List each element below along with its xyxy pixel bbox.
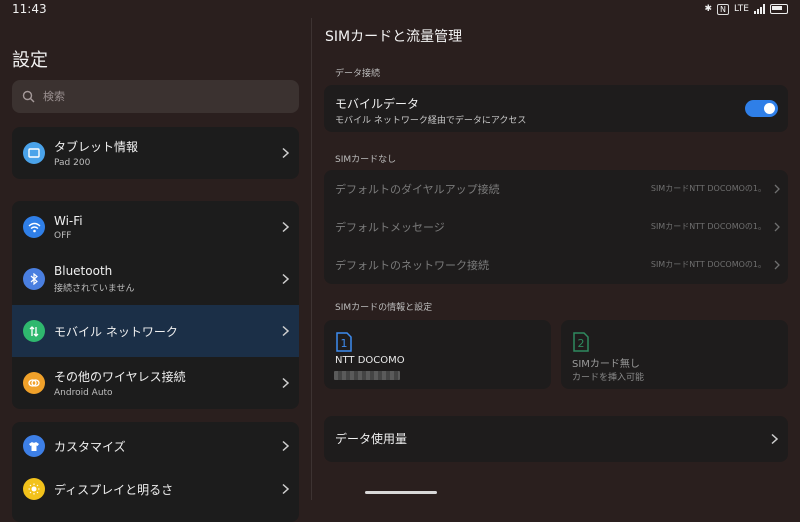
shirt-icon	[23, 435, 45, 457]
mobile-data-toggle[interactable]	[745, 100, 778, 117]
status-time: 11:43	[12, 2, 47, 16]
signal-icon	[754, 4, 765, 14]
search-input[interactable]	[41, 89, 285, 104]
settings-panel: 設定 タブレット情報 Pad 200 Wi-Fi OFF	[0, 18, 311, 522]
item-label: その他のワイヤレス接続	[54, 370, 186, 384]
sun-icon	[23, 478, 45, 500]
default-sim-settings: デフォルトのダイヤルアップ接続 SIMカードNTT DOCOMOの1。 デフォル…	[324, 170, 788, 284]
sim-management-panel: SIMカードと流量管理 データ接続 モバイルデータ モバイル ネットワーク経由で…	[312, 18, 800, 500]
section-sim-info: SIMカードの情報と設定	[335, 303, 433, 313]
item-label: カスタマイズ	[54, 439, 126, 454]
sidebar-item-other-wireless[interactable]: その他のワイヤレス接続 Android Auto	[12, 357, 299, 409]
sim-card-1[interactable]: 1 NTT DOCOMO	[324, 320, 551, 389]
chevron-right-icon	[282, 440, 289, 452]
network-type-label: LTE	[734, 4, 749, 14]
row-label: デフォルトメッセージ	[335, 221, 445, 234]
default-dialup-row[interactable]: デフォルトのダイヤルアップ接続 SIMカードNTT DOCOMOの1。	[324, 170, 788, 208]
data-usage-row[interactable]: データ使用量	[324, 416, 788, 462]
sidebar-item-bluetooth[interactable]: Bluetooth 接続されていません	[12, 253, 299, 305]
bluetooth-icon	[23, 268, 45, 290]
chevron-right-icon	[771, 433, 778, 445]
page-title: 設定	[12, 50, 48, 71]
row-label: デフォルトのダイヤルアップ接続	[335, 183, 500, 196]
sim1-number-redacted	[334, 371, 400, 380]
item-label: ディスプレイと明るさ	[54, 482, 174, 497]
row-value: SIMカードNTT DOCOMOの1。	[650, 222, 766, 231]
item-sub: OFF	[54, 230, 72, 241]
sim-slot-1-icon: 1	[336, 332, 352, 352]
chevron-right-icon	[282, 273, 289, 285]
settings-group-device: タブレット情報 Pad 200	[12, 127, 299, 179]
sim-status-icon: N	[717, 3, 730, 15]
item-sub: 接続されていません	[54, 284, 135, 294]
sidebar-item-display[interactable]: ディスプレイと明るさ	[12, 470, 299, 508]
sim2-name: SIMカード無し	[572, 359, 640, 370]
battery-icon	[770, 4, 788, 14]
row-value: SIMカードNTT DOCOMOの1。	[650, 260, 766, 269]
svg-text:1: 1	[341, 337, 348, 350]
chevron-right-icon	[282, 147, 289, 159]
data-usage-label: データ使用量	[335, 432, 408, 446]
row-label: デフォルトのネットワーク接続	[335, 259, 489, 272]
sim-card-2[interactable]: 2 SIMカード無し カードを挿入可能	[561, 320, 788, 389]
chevron-right-icon	[282, 377, 289, 389]
sidebar-item-tablet-info[interactable]: タブレット情報 Pad 200	[12, 127, 299, 179]
default-network-row[interactable]: デフォルトのネットワーク接続 SIMカードNTT DOCOMOの1。	[324, 246, 788, 284]
mobile-data-sub: モバイル ネットワーク経由でデータにアクセス	[335, 116, 527, 126]
sim2-sub: カードを挿入可能	[572, 373, 645, 383]
chevron-right-icon	[282, 483, 289, 495]
status-icons: ✱ N LTE	[704, 3, 788, 15]
chevron-right-icon	[774, 184, 780, 194]
mobile-network-icon	[23, 320, 45, 342]
item-label: タブレット情報	[54, 140, 139, 154]
item-sub: Pad 200	[54, 158, 91, 168]
mobile-data-label: モバイルデータ	[335, 97, 420, 111]
detail-title: SIMカードと流量管理	[325, 29, 463, 45]
wireless-icon	[23, 372, 45, 394]
tablet-icon	[23, 142, 45, 164]
settings-group-display: カスタマイズ ディスプレイと明るさ	[12, 422, 299, 522]
default-message-row[interactable]: デフォルトメッセージ SIMカードNTT DOCOMOの1。	[324, 208, 788, 246]
item-label: モバイル ネットワーク	[54, 324, 178, 339]
svg-text:2: 2	[578, 337, 585, 350]
section-data-connection: データ接続	[335, 69, 381, 79]
sidebar-item-customize[interactable]: カスタマイズ	[12, 422, 299, 470]
chevron-right-icon	[282, 325, 289, 337]
chevron-right-icon	[774, 222, 780, 232]
item-sub: Android Auto	[54, 388, 113, 398]
sim1-name: NTT DOCOMO	[335, 355, 405, 366]
home-indicator[interactable]	[365, 491, 437, 494]
section-no-sim: SIMカードなし	[335, 155, 397, 165]
wifi-icon	[23, 216, 45, 238]
row-value: SIMカードNTT DOCOMOの1。	[650, 184, 766, 193]
item-label: Wi-Fi	[54, 213, 83, 228]
chevron-right-icon	[282, 221, 289, 233]
item-label: Bluetooth	[54, 264, 113, 278]
status-bar: 11:43 ✱ N LTE	[0, 0, 800, 18]
bluetooth-status-icon: ✱	[704, 4, 713, 14]
sim-slot-2-icon: 2	[573, 332, 589, 352]
search-bar[interactable]	[12, 80, 299, 113]
search-icon	[22, 90, 35, 103]
mobile-data-row[interactable]: モバイルデータ モバイル ネットワーク経由でデータにアクセス	[324, 85, 788, 132]
sidebar-item-mobile-network[interactable]: モバイル ネットワーク	[12, 305, 299, 357]
chevron-right-icon	[774, 260, 780, 270]
settings-group-connectivity: Wi-Fi OFF Bluetooth 接続されていません モバイル ネットワー…	[12, 201, 299, 409]
sidebar-item-wifi[interactable]: Wi-Fi OFF	[12, 201, 299, 253]
